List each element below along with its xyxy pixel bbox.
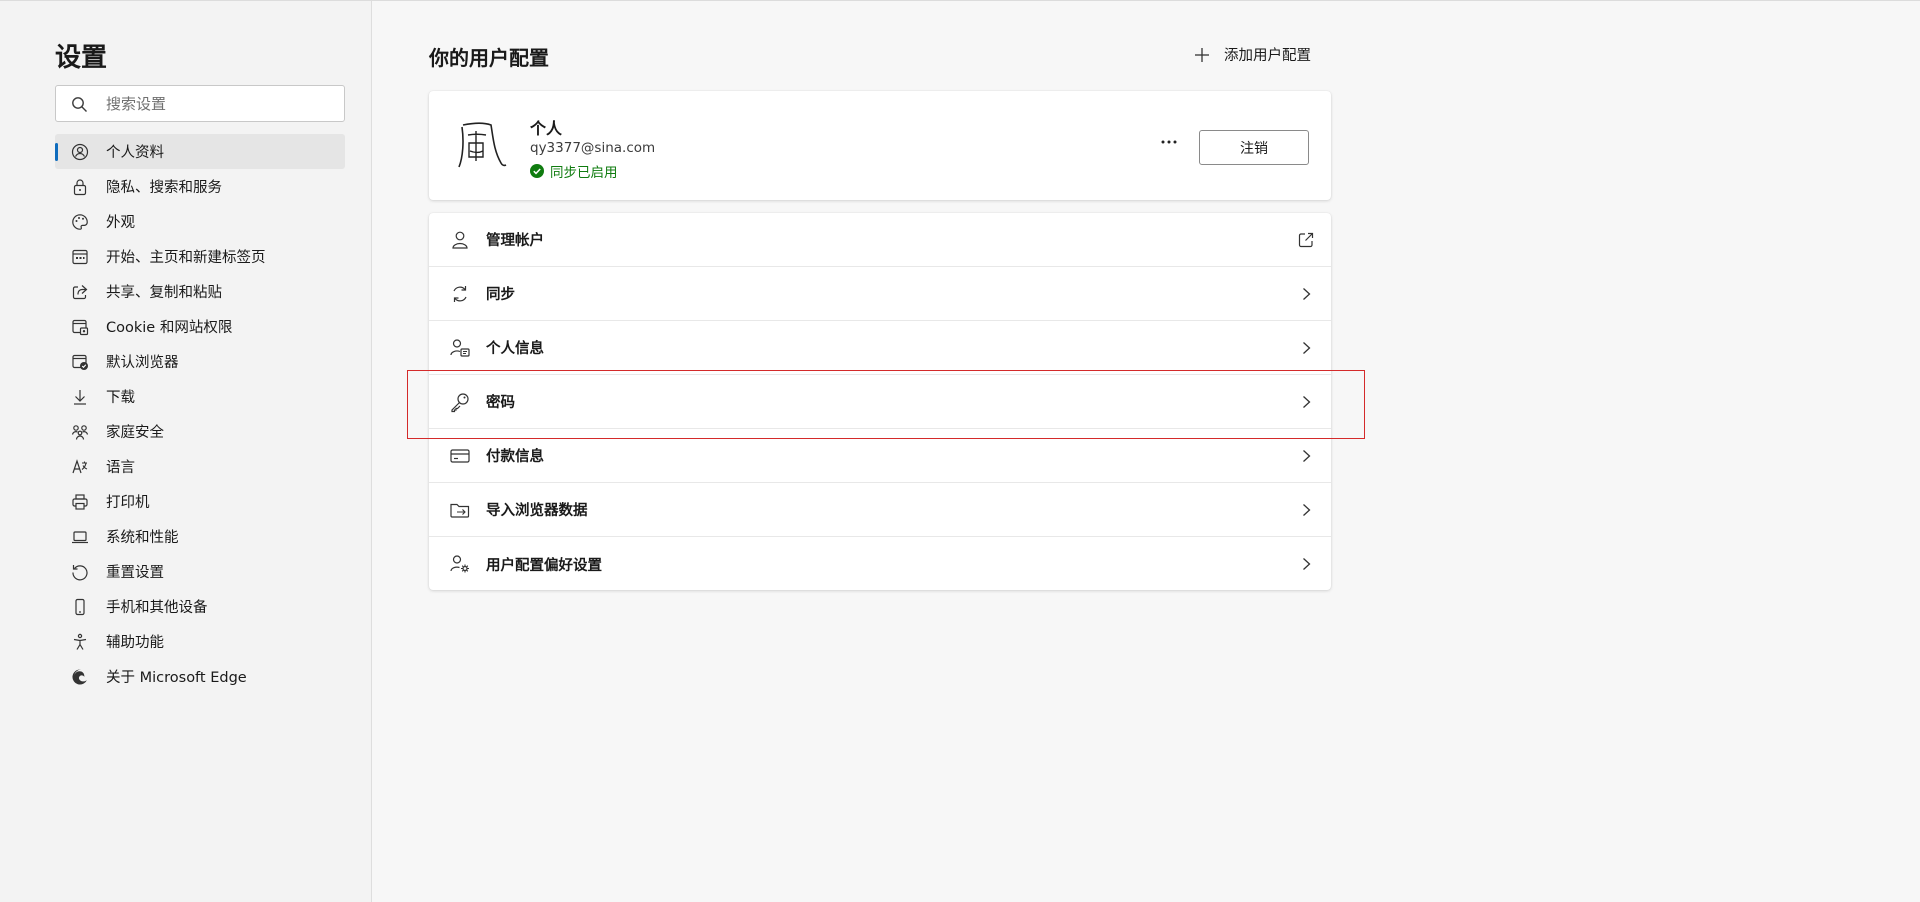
chevron-right-icon — [1297, 339, 1315, 357]
row-passwords[interactable]: 密码 — [429, 375, 1331, 429]
accessibility-icon — [70, 632, 90, 652]
laptop-icon — [70, 527, 90, 547]
import-icon — [449, 499, 471, 521]
sidebar-nav: 个人资料 隐私、搜索和服务 外观 开始、主页和新建标签页 共享、复制和粘贴 Co… — [55, 134, 345, 694]
key-icon — [449, 391, 471, 413]
sidebar-item-label: 打印机 — [106, 495, 150, 511]
sidebar-item-privacy[interactable]: 隐私、搜索和服务 — [55, 169, 345, 204]
sidebar-item-system[interactable]: 系统和性能 — [55, 519, 345, 554]
sidebar-item-label: 共享、复制和粘贴 — [106, 285, 222, 301]
chevron-right-icon — [1297, 393, 1315, 411]
profile-icon — [70, 142, 90, 162]
row-label: 管理帐户 — [486, 233, 544, 249]
sidebar-item-family[interactable]: 家庭安全 — [55, 414, 345, 449]
sidebar-item-label: 家庭安全 — [106, 425, 164, 441]
sidebar-item-appearance[interactable]: 外观 — [55, 204, 345, 239]
profile-name: 个人 — [530, 119, 563, 138]
person-icon — [449, 229, 471, 251]
profile-card: 个人 qy3377@sina.com 同步已启用 注销 — [429, 91, 1331, 200]
sidebar-item-label: 手机和其他设备 — [106, 600, 208, 616]
external-link-icon — [1297, 231, 1315, 249]
profile-preferences-icon — [449, 553, 471, 575]
sidebar-item-label: 外观 — [106, 215, 135, 231]
sidebar-item-about[interactable]: 关于 Microsoft Edge — [55, 659, 345, 694]
sidebar-item-label: 语言 — [106, 460, 135, 476]
row-label: 导入浏览器数据 — [486, 503, 588, 519]
row-label: 个人信息 — [486, 341, 544, 357]
page-title: 你的用户配置 — [429, 46, 549, 70]
sidebar-item-printers[interactable]: 打印机 — [55, 484, 345, 519]
sidebar-item-accessibility[interactable]: 辅助功能 — [55, 624, 345, 659]
check-circle-icon — [530, 164, 544, 178]
sidebar-item-label: 开始、主页和新建标签页 — [106, 250, 266, 266]
avatar — [454, 117, 508, 173]
row-sync[interactable]: 同步 — [429, 267, 1331, 321]
language-icon — [70, 457, 90, 477]
sync-status-text: 同步已启用 — [550, 165, 618, 181]
download-icon — [70, 387, 90, 407]
add-profile-button[interactable]: 添加用户配置 — [1194, 44, 1311, 65]
profile-email: qy3377@sina.com — [530, 140, 656, 156]
row-label: 密码 — [486, 395, 515, 411]
personal-info-icon — [449, 337, 471, 359]
settings-sidebar: 设置 个人资料 隐私、搜索和服务 外观 — [0, 1, 372, 902]
sidebar-item-label: 重置设置 — [106, 565, 164, 581]
sidebar-item-language[interactable]: 语言 — [55, 449, 345, 484]
sidebar-item-downloads[interactable]: 下载 — [55, 379, 345, 414]
sync-icon — [449, 283, 471, 305]
credit-card-icon — [449, 445, 471, 467]
chevron-right-icon — [1297, 501, 1315, 519]
row-manage-account[interactable]: 管理帐户 — [429, 213, 1331, 267]
default-browser-icon — [70, 352, 90, 372]
phone-icon — [70, 597, 90, 617]
signout-button[interactable]: 注销 — [1199, 130, 1309, 165]
sidebar-item-share[interactable]: 共享、复制和粘贴 — [55, 274, 345, 309]
more-icon — [1161, 140, 1177, 144]
sidebar-item-label: 默认浏览器 — [106, 355, 179, 371]
sidebar-item-label: 系统和性能 — [106, 530, 179, 546]
sidebar-item-label: Cookie 和网站权限 — [106, 320, 233, 336]
profile-settings-list: 管理帐户 同步 个人信息 密码 付款信息 导入浏览器数据 用户配置偏好设置 — [429, 213, 1331, 590]
sidebar-item-profile[interactable]: 个人资料 — [55, 134, 345, 169]
edge-icon — [70, 667, 90, 687]
home-tabs-icon — [70, 247, 90, 267]
chevron-right-icon — [1297, 555, 1315, 573]
sidebar-item-label: 辅助功能 — [106, 635, 164, 651]
search-icon — [71, 96, 88, 113]
sidebar-item-cookies[interactable]: Cookie 和网站权限 — [55, 309, 345, 344]
printer-icon — [70, 492, 90, 512]
sidebar-item-label: 个人资料 — [106, 145, 164, 161]
sidebar-item-start-home[interactable]: 开始、主页和新建标签页 — [55, 239, 345, 274]
sidebar-item-default-browser[interactable]: 默认浏览器 — [55, 344, 345, 379]
row-label: 用户配置偏好设置 — [486, 557, 602, 574]
palette-icon — [70, 212, 90, 232]
row-profile-preferences[interactable]: 用户配置偏好设置 — [429, 537, 1331, 591]
sidebar-item-label: 隐私、搜索和服务 — [106, 180, 222, 196]
search-input[interactable] — [106, 86, 336, 121]
chevron-right-icon — [1297, 447, 1315, 465]
search-box[interactable] — [55, 85, 345, 122]
row-personal-info[interactable]: 个人信息 — [429, 321, 1331, 375]
row-payment[interactable]: 付款信息 — [429, 429, 1331, 483]
sidebar-item-label: 关于 Microsoft Edge — [106, 670, 247, 686]
sidebar-item-label: 下载 — [106, 390, 135, 406]
more-options-button[interactable] — [1154, 128, 1184, 156]
family-icon — [70, 422, 90, 442]
share-icon — [70, 282, 90, 302]
site-permissions-icon — [70, 317, 90, 337]
sidebar-title: 设置 — [55, 43, 108, 73]
chevron-right-icon — [1297, 285, 1315, 303]
sidebar-item-phone[interactable]: 手机和其他设备 — [55, 589, 345, 624]
row-label: 同步 — [486, 287, 515, 303]
plus-icon — [1195, 47, 1209, 62]
add-profile-label: 添加用户配置 — [1224, 48, 1311, 64]
row-label: 付款信息 — [486, 449, 544, 465]
reset-icon — [70, 562, 90, 582]
row-import-data[interactable]: 导入浏览器数据 — [429, 483, 1331, 537]
sidebar-item-reset[interactable]: 重置设置 — [55, 554, 345, 589]
sync-status: 同步已启用 — [530, 161, 618, 181]
lock-icon — [70, 177, 90, 197]
